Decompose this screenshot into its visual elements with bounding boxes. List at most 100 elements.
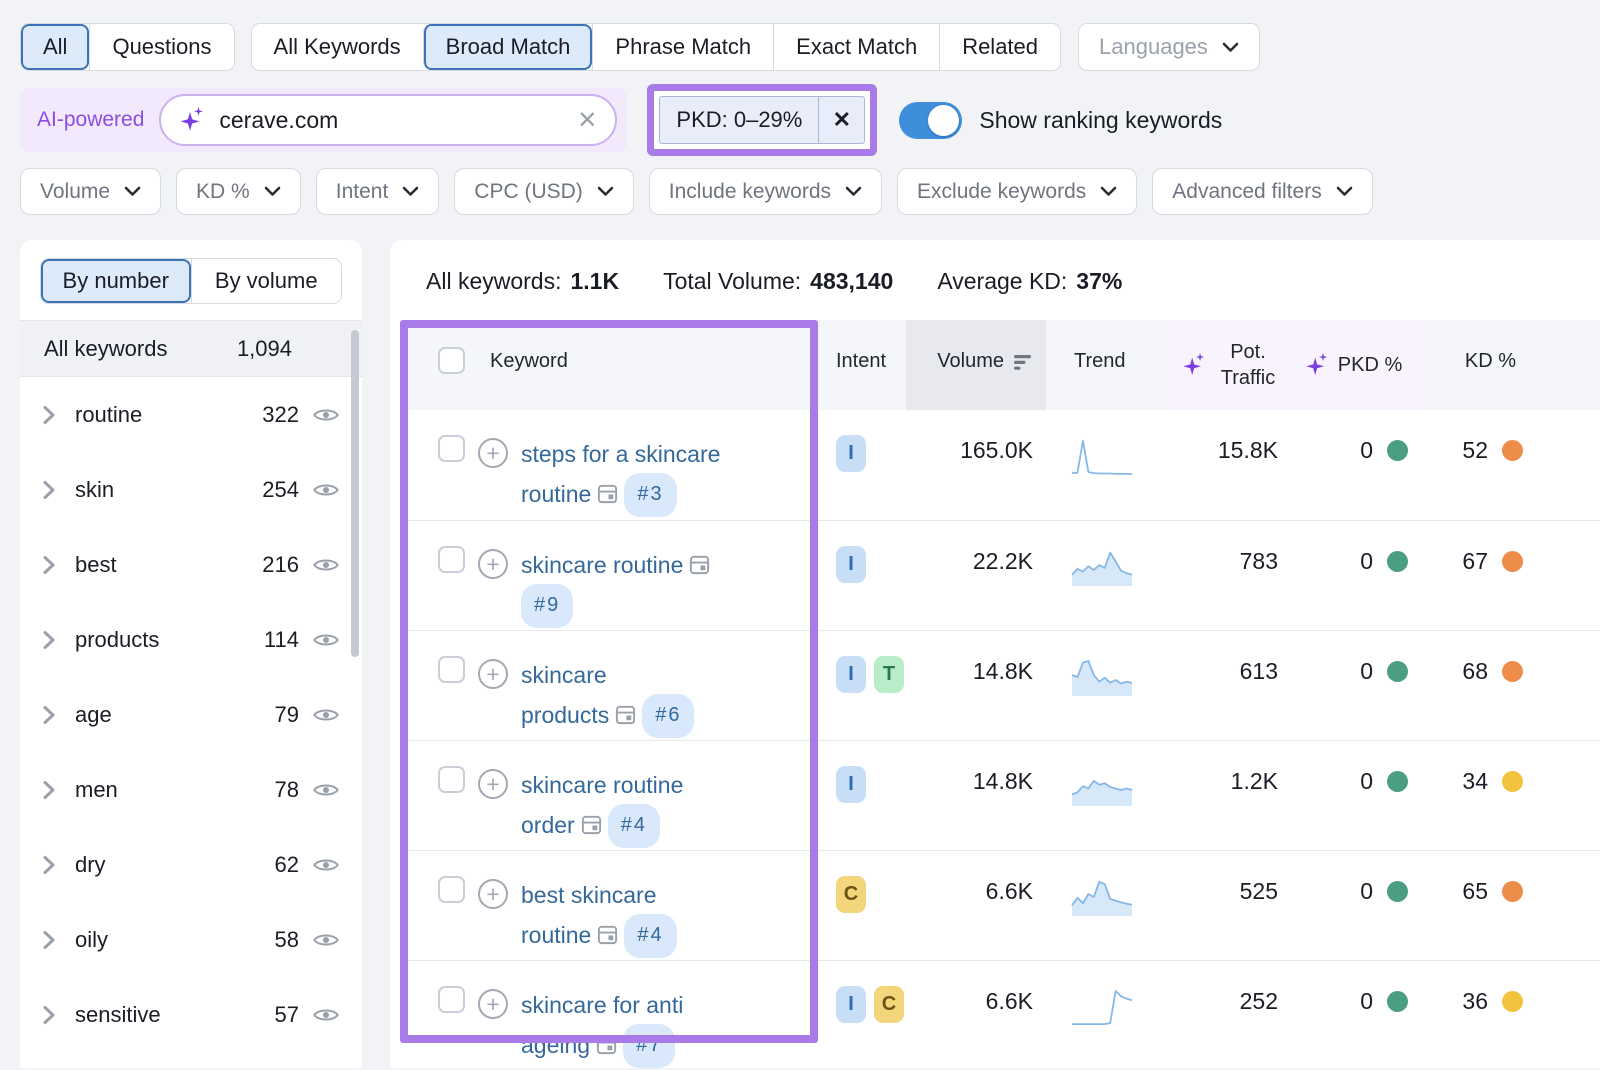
sidebar-item-routine[interactable]: routine322	[20, 377, 362, 452]
search-query: cerave.com	[219, 107, 338, 134]
filters-row: Volume KD % Intent CPC (USD) Include keyword…	[20, 168, 1373, 215]
pkd-remove-button[interactable]: ✕	[818, 97, 864, 143]
sort-by-number[interactable]: By number	[41, 259, 191, 303]
clear-search-icon[interactable]: ✕	[577, 106, 597, 135]
sidebar-item-age[interactable]: age79	[20, 677, 362, 752]
expand-chevron[interactable]	[42, 404, 56, 426]
sidebar-item-oily[interactable]: oily58	[20, 902, 362, 977]
expand-chevron[interactable]	[42, 704, 56, 726]
position-badge[interactable]: #9	[521, 584, 573, 628]
expand-chevron[interactable]	[42, 779, 56, 801]
pot-traffic-cell: 252	[1171, 961, 1286, 1015]
expand-chevron[interactable]	[42, 854, 56, 876]
position-badge[interactable]: #4	[608, 804, 660, 848]
eye-toggle[interactable]	[312, 551, 340, 579]
row-checkbox[interactable]	[438, 986, 465, 1013]
pkd-cell: 0	[1286, 851, 1421, 905]
intent-cell: I	[818, 410, 906, 472]
filter-include-keywords[interactable]: Include keywords	[649, 168, 882, 215]
keyword-link-best-skincare-routine[interactable]: best skincareroutine#4	[521, 876, 759, 958]
sidebar-item-products[interactable]: products114	[20, 602, 362, 677]
add-to-list-icon[interactable]: +	[478, 438, 508, 468]
sidebar-item-best[interactable]: best216	[20, 527, 362, 602]
filter-label-include-keywords: Include keywords	[669, 180, 831, 204]
group-label: age	[75, 702, 112, 728]
position-badge[interactable]: #4	[624, 914, 676, 958]
eye-toggle[interactable]	[312, 626, 340, 654]
eye-toggle[interactable]	[312, 776, 340, 804]
search-input[interactable]: cerave.com ✕	[159, 94, 617, 146]
keyword-link-skincare-products[interactable]: skincareproducts#6	[521, 656, 759, 738]
position-badge[interactable]: #6	[642, 694, 694, 738]
keyword-link-steps-for-a-skincare-routine[interactable]: steps for a skincareroutine#3	[521, 435, 759, 517]
expand-chevron[interactable]	[42, 1004, 56, 1026]
filter-exclude-keywords[interactable]: Exclude keywords	[897, 168, 1137, 215]
add-to-list-icon[interactable]: +	[478, 769, 508, 799]
trend-cell	[1046, 851, 1171, 924]
eye-toggle[interactable]	[312, 401, 340, 429]
eye-toggle[interactable]	[312, 926, 340, 954]
filter-cpc-usd[interactable]: CPC (USD)	[454, 168, 634, 215]
tab-broad-match[interactable]: Broad Match	[423, 24, 593, 70]
add-to-list-icon[interactable]: +	[478, 879, 508, 909]
eye-toggle[interactable]	[312, 701, 340, 729]
keyword-link-skincare-routine[interactable]: skincare routine#9	[521, 546, 759, 628]
kd-value: 68	[1462, 658, 1488, 685]
eye-icon	[312, 551, 340, 579]
sidebar-item-dry[interactable]: dry62	[20, 827, 362, 902]
expand-chevron[interactable]	[42, 479, 56, 501]
tab-questions[interactable]: Questions	[89, 24, 233, 70]
filter-intent[interactable]: Intent	[316, 168, 440, 215]
row-checkbox[interactable]	[438, 876, 465, 903]
add-to-list-icon[interactable]: +	[478, 549, 508, 579]
chevron-down-icon	[402, 186, 419, 197]
filter-kd[interactable]: KD %	[176, 168, 301, 215]
select-all-checkbox[interactable]	[438, 347, 465, 374]
eye-toggle[interactable]	[312, 1001, 340, 1029]
trend-cell	[1046, 521, 1171, 594]
pkd-filter-highlight: PKD: 0–29% ✕	[647, 84, 877, 156]
table-row-skincare-for-anti-ageing: +skincare for antiageing#7IC6.6K252036	[400, 960, 1600, 1070]
filter-volume[interactable]: Volume	[20, 168, 161, 215]
chevron-down-icon	[1100, 186, 1117, 197]
sidebar-item-men[interactable]: men78	[20, 752, 362, 827]
expand-chevron[interactable]	[42, 554, 56, 576]
sidebar-item-all-keywords[interactable]: All keywords 1,094	[20, 320, 362, 377]
position-badge[interactable]: #3	[624, 473, 676, 517]
table-body: +steps for a skincareroutine#3I165.0K15.…	[400, 410, 1600, 1070]
eye-toggle[interactable]	[312, 476, 340, 504]
header-keyword: Keyword	[400, 320, 818, 374]
keyword-link-skincare-routine-order[interactable]: skincare routineorder#4	[521, 766, 759, 848]
sort-by-volume[interactable]: By volume	[191, 259, 342, 303]
tab-phrase-match[interactable]: Phrase Match	[592, 24, 773, 70]
row-checkbox[interactable]	[438, 656, 465, 683]
expand-chevron[interactable]	[42, 929, 56, 951]
sidebar-item-skin[interactable]: skin254	[20, 452, 362, 527]
show-ranking-toggle[interactable]	[899, 102, 962, 139]
ai-sparkle-icon	[1305, 351, 1330, 379]
group-label: sensitive	[75, 1002, 161, 1028]
intent-badge-c: C	[836, 876, 866, 913]
row-checkbox[interactable]	[438, 546, 465, 573]
tab-exact-match[interactable]: Exact Match	[773, 24, 939, 70]
tab-related[interactable]: Related	[939, 24, 1060, 70]
ai-sparkle-icon	[1182, 351, 1207, 379]
keyword-link-skincare-for-anti-ageing[interactable]: skincare for antiageing#7	[521, 986, 759, 1068]
pkd-chip-label: PKD: 0–29%	[660, 97, 818, 143]
tab-all-keywords[interactable]: All Keywords	[252, 24, 423, 70]
add-to-list-icon[interactable]: +	[478, 989, 508, 1019]
languages-dropdown[interactable]: Languages	[1078, 23, 1260, 71]
filter-advanced-filters[interactable]: Advanced filters	[1152, 168, 1372, 215]
eye-toggle[interactable]	[312, 851, 340, 879]
keyword-groups-sidebar: By numberBy volume All keywords 1,094 ro…	[20, 240, 362, 1068]
row-checkbox[interactable]	[438, 766, 465, 793]
expand-chevron[interactable]	[42, 629, 56, 651]
add-to-list-icon[interactable]: +	[478, 659, 508, 689]
sidebar-scrollbar[interactable]	[351, 330, 359, 657]
row-checkbox[interactable]	[438, 435, 465, 462]
sidebar-item-sensitive[interactable]: sensitive57	[20, 977, 362, 1052]
position-badge[interactable]: #7	[623, 1024, 675, 1068]
tab-all[interactable]: All	[21, 24, 89, 70]
intent-cell: IT	[818, 631, 906, 693]
header-volume[interactable]: Volume	[906, 320, 1046, 410]
